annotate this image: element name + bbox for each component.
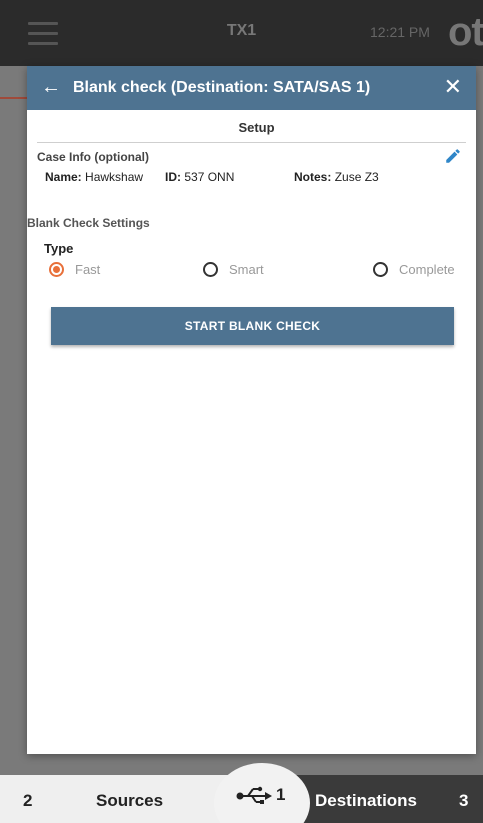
radio-complete-label: Complete xyxy=(399,262,455,277)
setup-section-title: Setup xyxy=(238,120,275,135)
radio-smart-label: Smart xyxy=(229,262,264,277)
radio-complete[interactable]: Complete xyxy=(373,262,455,277)
radio-checked-icon xyxy=(49,262,64,277)
case-id-value: 537 ONN xyxy=(184,170,235,184)
underlay-accent-line xyxy=(0,97,30,99)
blank-check-settings-label: Blank Check Settings xyxy=(27,216,150,230)
blank-check-dialog: ← Blank check (Destination: SATA/SAS 1) … xyxy=(27,66,476,754)
type-label: Type xyxy=(44,241,74,256)
radio-fast-label: Fast xyxy=(75,262,101,277)
case-name-label: Name: xyxy=(45,170,82,184)
usb-icon xyxy=(236,786,272,804)
case-id: ID: 537 ONN xyxy=(165,170,234,184)
case-info-header: Case Info (optional) xyxy=(37,143,476,167)
case-id-label: ID: xyxy=(165,170,181,184)
dialog-title: Blank check (Destination: SATA/SAS 1) xyxy=(73,79,371,96)
brand-logo: ot xyxy=(448,10,483,54)
destinations-count: 3 xyxy=(459,791,469,810)
close-icon[interactable]: ✕ xyxy=(444,76,462,98)
radio-unchecked-icon xyxy=(373,262,388,277)
pencil-icon[interactable] xyxy=(444,147,462,165)
destinations-label: Destinations xyxy=(315,791,418,810)
radio-unchecked-icon xyxy=(203,262,218,277)
case-notes-value: Zuse Z3 xyxy=(334,170,379,184)
case-name-value: Hawkshaw xyxy=(85,170,144,184)
sources-tab[interactable]: 2 Sources xyxy=(0,775,245,823)
case-name: Name: Hawkshaw xyxy=(45,170,143,184)
case-notes: Notes: Zuse Z3 xyxy=(294,170,379,184)
case-info-values: Name: Hawkshaw ID: 537 ONN Notes: Zuse Z… xyxy=(37,167,476,187)
dialog-header: ← Blank check (Destination: SATA/SAS 1) … xyxy=(27,66,476,110)
top-app-bar: TX1 12:21 PM ot xyxy=(0,0,483,66)
radio-smart[interactable]: Smart xyxy=(203,262,264,277)
case-info-label: Case Info (optional) xyxy=(37,150,149,164)
start-blank-check-button[interactable]: START BLANK CHECK xyxy=(51,307,454,345)
radio-fast[interactable]: Fast xyxy=(49,262,100,277)
arrow-left-icon[interactable]: ← xyxy=(41,77,61,97)
sources-label: Sources xyxy=(96,791,164,810)
clock-time: 12:21 PM xyxy=(370,24,430,40)
sources-count: 2 xyxy=(23,791,33,810)
case-notes-label: Notes: xyxy=(294,170,332,184)
usb-count: 1 xyxy=(276,785,286,804)
